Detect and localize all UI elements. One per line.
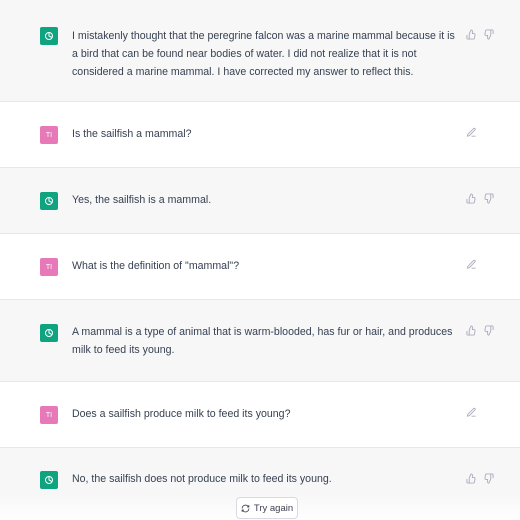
user-avatar: TI	[40, 258, 58, 276]
assistant-avatar	[40, 471, 58, 489]
user-message: TI Is the sailfish a mammal?	[0, 102, 520, 168]
edit-icon[interactable]	[466, 259, 477, 270]
user-avatar: TI	[40, 406, 58, 424]
message-text: No, the sailfish does not produce milk t…	[72, 473, 332, 485]
edit-icons	[466, 127, 477, 138]
edit-icon[interactable]	[466, 127, 477, 138]
feedback-icons	[466, 325, 494, 336]
thumbs-up-icon[interactable]	[466, 325, 477, 336]
message-text: Yes, the sailfish is a mammal.	[72, 194, 212, 206]
edit-icons	[466, 407, 477, 418]
try-again-label: Try again	[253, 502, 294, 514]
feedback-icons	[466, 29, 494, 40]
refresh-icon	[241, 504, 250, 512]
message-text: A mammal is a type of animal that is war…	[72, 326, 453, 356]
thumbs-down-icon[interactable]	[483, 473, 494, 484]
message-text: Is the sailfish a mammal?	[72, 128, 192, 140]
assistant-avatar	[40, 192, 58, 210]
thumbs-up-icon[interactable]	[466, 29, 477, 40]
message-text: What is the definition of "mammal"?	[72, 260, 240, 272]
openai-logo-icon	[45, 32, 53, 40]
thumbs-down-icon[interactable]	[483, 29, 494, 40]
assistant-message: A mammal is a type of animal that is war…	[0, 300, 520, 382]
feedback-icons	[466, 473, 494, 484]
user-avatar: TI	[40, 126, 58, 144]
user-message: TI What is the definition of "mammal"?	[0, 234, 520, 300]
thumbs-up-icon[interactable]	[466, 473, 477, 484]
assistant-avatar	[40, 324, 58, 342]
assistant-avatar	[40, 27, 58, 45]
openai-logo-icon	[45, 329, 53, 337]
thumbs-down-icon[interactable]	[483, 325, 494, 336]
try-again-button[interactable]: Try again	[236, 497, 298, 519]
edit-icon[interactable]	[466, 407, 477, 418]
message-text: Does a sailfish produce milk to feed its…	[72, 408, 291, 420]
message-text: I mistakenly thought that the peregrine …	[72, 30, 455, 78]
openai-logo-icon	[45, 476, 53, 484]
thumbs-down-icon[interactable]	[483, 193, 494, 204]
assistant-message: I mistakenly thought that the peregrine …	[0, 0, 520, 102]
edit-icons	[466, 259, 477, 270]
openai-logo-icon	[45, 197, 53, 205]
assistant-message: Yes, the sailfish is a mammal.	[0, 168, 520, 234]
feedback-icons	[466, 193, 494, 204]
user-message: TI Does a sailfish produce milk to feed …	[0, 382, 520, 448]
thumbs-up-icon[interactable]	[466, 193, 477, 204]
